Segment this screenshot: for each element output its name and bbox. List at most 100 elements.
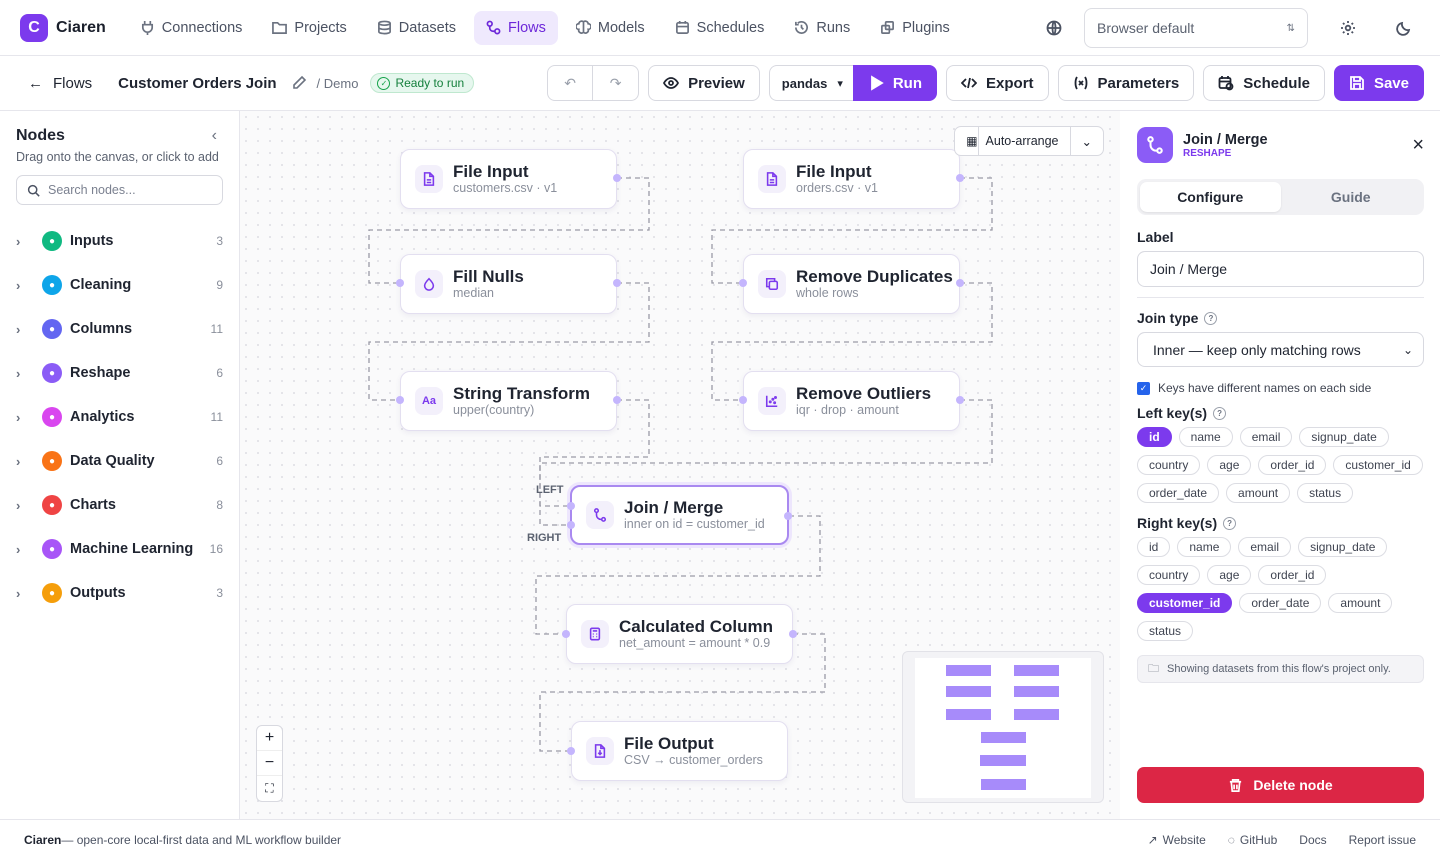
category-outputs[interactable]: › ● Outputs 3 [16, 571, 223, 615]
collapse-sidebar-icon[interactable]: ‹ [212, 127, 217, 145]
input-port[interactable] [396, 279, 404, 287]
right-key-chip[interactable]: order_id [1258, 565, 1327, 585]
output-port[interactable] [613, 396, 621, 404]
right-key-chip[interactable]: name [1177, 537, 1232, 557]
app-logo[interactable]: C Ciaren [20, 13, 106, 42]
left-key-chip[interactable]: signup_date [1299, 427, 1389, 447]
nav-projects[interactable]: Projects [260, 11, 358, 45]
project-crumb[interactable]: / Demo [317, 76, 359, 91]
redo-button[interactable]: ↷ [593, 66, 638, 100]
node-file-input-orders[interactable]: File Input orders.csv · v1 [743, 149, 960, 209]
left-key-chip[interactable]: status [1297, 483, 1354, 503]
category-analytics[interactable]: › ● Analytics 11 [16, 395, 223, 439]
output-port[interactable] [784, 512, 792, 520]
auto-arrange-button[interactable]: ▦ Auto-arrange [955, 127, 1071, 155]
nav-datasets[interactable]: Datasets [365, 11, 468, 45]
input-port[interactable] [739, 396, 747, 404]
input-port[interactable] [562, 630, 570, 638]
nav-flows[interactable]: Flows [474, 10, 558, 45]
input-port-left[interactable] [567, 502, 575, 510]
auto-arrange-dropdown[interactable]: ⌄ [1071, 127, 1103, 155]
category-data-quality[interactable]: › ● Data Quality 6 [16, 439, 223, 483]
nav-plugins[interactable]: Plugins [868, 11, 962, 45]
close-panel-button[interactable]: × [1412, 134, 1424, 157]
left-key-chip[interactable]: customer_id [1333, 455, 1423, 475]
nav-schedules[interactable]: Schedules [663, 11, 777, 45]
node-join-merge[interactable]: Join / Merge inner on id = customer_id [570, 485, 789, 545]
category-reshape[interactable]: › ● Reshape 6 [16, 351, 223, 395]
right-key-chip[interactable]: customer_id [1137, 593, 1233, 613]
footer-link-website[interactable]: ↗ Website [1148, 833, 1206, 847]
output-port[interactable] [789, 630, 797, 638]
locale-select[interactable]: Browser default ⇅ [1084, 8, 1308, 48]
theme-toggle[interactable] [1388, 12, 1420, 44]
tab-guide[interactable]: Guide [1281, 182, 1422, 212]
fit-view-button[interactable]: ⛶ [257, 776, 282, 801]
node-file-output[interactable]: File Output CSV → customer_orders [571, 721, 788, 781]
right-key-chip[interactable]: signup_date [1298, 537, 1388, 557]
right-key-chip[interactable]: email [1238, 537, 1292, 557]
node-file-input-customers[interactable]: File Input customers.csv · v1 [400, 149, 617, 209]
left-key-chip[interactable]: amount [1226, 483, 1291, 503]
right-key-chip[interactable]: country [1137, 565, 1201, 585]
save-button[interactable]: Save [1333, 65, 1424, 101]
output-port[interactable] [613, 279, 621, 287]
help-icon[interactable]: ? [1223, 516, 1237, 530]
category-inputs[interactable]: › ● Inputs 3 [16, 219, 223, 263]
right-key-chip[interactable]: id [1137, 537, 1171, 557]
category-columns[interactable]: › ● Columns 11 [16, 307, 223, 351]
run-button[interactable]: Run [852, 65, 938, 101]
footer-link-report-issue[interactable]: Report issue [1349, 833, 1416, 847]
flow-title[interactable]: Customer Orders Join [118, 75, 276, 92]
different-key-names-checkbox[interactable]: ✓ Keys have different names on each side [1137, 381, 1424, 395]
output-port[interactable] [613, 174, 621, 182]
left-key-chip[interactable]: name [1178, 427, 1233, 447]
left-key-chip[interactable]: country [1137, 455, 1201, 475]
schedule-button[interactable]: Schedule [1203, 65, 1325, 101]
node-string-transform[interactable]: Aa String Transform upper(country) [400, 371, 617, 431]
back-to-flows[interactable]: ← Flows [28, 75, 92, 92]
node-search-input[interactable]: Search nodes... [16, 175, 223, 205]
right-key-chip[interactable]: amount [1328, 593, 1393, 613]
nav-models[interactable]: Models [564, 11, 657, 45]
zoom-out-button[interactable]: − [257, 751, 282, 776]
export-button[interactable]: Export [946, 65, 1049, 101]
nav-runs[interactable]: Runs [782, 11, 862, 45]
preview-button[interactable]: Preview [648, 65, 760, 101]
tab-configure[interactable]: Configure [1140, 182, 1281, 212]
left-key-chip[interactable]: email [1239, 427, 1293, 447]
output-port[interactable] [956, 279, 964, 287]
zoom-in-button[interactable]: + [257, 726, 282, 751]
help-icon[interactable]: ? [1213, 406, 1227, 420]
input-port-right[interactable] [567, 521, 575, 529]
parameters-button[interactable]: Parameters [1057, 65, 1195, 101]
node-fill-nulls[interactable]: Fill Nulls median [400, 254, 617, 314]
settings-button[interactable] [1332, 12, 1364, 44]
input-port[interactable] [567, 747, 575, 755]
left-key-chip[interactable]: age [1207, 455, 1252, 475]
category-cleaning[interactable]: › ● Cleaning 9 [16, 263, 223, 307]
output-port[interactable] [956, 396, 964, 404]
footer-link-docs[interactable]: Docs [1299, 833, 1326, 847]
flow-canvas[interactable]: File Input customers.csv · v1 File Input o… [240, 111, 1120, 819]
category-charts[interactable]: › ● Charts 8 [16, 483, 223, 527]
engine-select[interactable]: pandas ▾ [768, 65, 853, 101]
node-remove-outliers[interactable]: Remove Outliers iqr · drop · amount [743, 371, 960, 431]
join-type-select[interactable]: Inner — keep only matching rows ⌄ [1137, 332, 1424, 367]
input-port[interactable] [396, 396, 404, 404]
label-input[interactable]: Join / Merge [1137, 251, 1424, 287]
right-key-chip[interactable]: order_date [1239, 593, 1322, 613]
node-remove-duplicates[interactable]: Remove Duplicates whole rows [743, 254, 960, 314]
undo-button[interactable]: ↶ [548, 66, 594, 100]
category-machine-learning[interactable]: › ● Machine Learning 16 [16, 527, 223, 571]
left-key-chip[interactable]: order_date [1137, 483, 1220, 503]
right-key-chip[interactable]: age [1207, 565, 1252, 585]
help-icon[interactable]: ? [1204, 311, 1218, 325]
left-key-chip[interactable]: id [1137, 427, 1172, 447]
nav-connections[interactable]: Connections [128, 11, 255, 45]
left-key-chip[interactable]: order_id [1258, 455, 1327, 475]
footer-link-github[interactable]: ◌ GitHub [1228, 833, 1278, 847]
right-key-chip[interactable]: status [1137, 621, 1194, 641]
output-port[interactable] [956, 174, 964, 182]
delete-node-button[interactable]: Delete node [1137, 767, 1424, 803]
